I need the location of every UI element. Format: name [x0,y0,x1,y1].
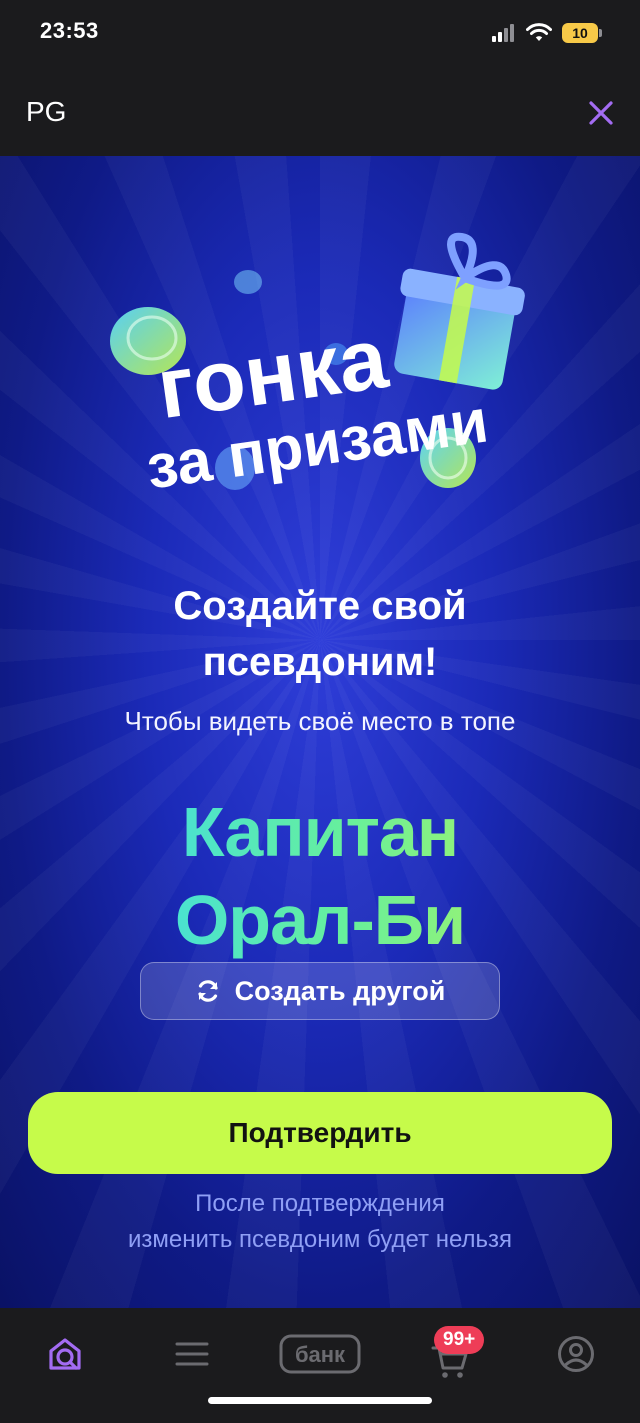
confirm-button[interactable]: Подтвердить [28,1092,612,1174]
create-another-button[interactable]: Создать другой [140,962,500,1020]
cart-count-badge: 99+ [434,1326,485,1354]
cellular-signal-icon [492,24,514,42]
home-indicator[interactable] [208,1397,432,1404]
close-icon [589,101,613,125]
note-line1: После подтверждения [195,1190,445,1217]
headline-line2: псевдоним! [202,640,438,684]
status-icons: 10 [492,20,602,46]
nav-profile[interactable] [556,1330,596,1378]
close-button[interactable] [584,96,618,130]
headline-line1: Создайте свой [173,584,467,628]
generated-nickname: Капитан Орал-Би [0,788,640,964]
refresh-icon [197,980,218,1002]
confirmation-note: После подтверждения изменить псевдоним б… [0,1186,640,1258]
bank-label: банк [295,1342,346,1367]
page-subtitle: Чтобы видеть своё место в топе [124,706,516,736]
status-time: 23:53 [40,18,99,43]
bank-icon: банк [279,1334,361,1374]
status-bar: 23:53 10 [0,0,640,66]
nickname-line2: Орал-Би [174,881,466,959]
menu-icon [175,1342,209,1366]
nav-home-search[interactable] [44,1330,86,1378]
profile-icon [558,1336,594,1372]
note-line2: изменить псевдоним будет нельзя [127,1226,513,1253]
bottom-nav: банк 99+ [0,1308,640,1423]
home-search-icon [49,1338,81,1370]
promo-screen: гонка за призами Создайте свой псевдоним… [0,156,640,1308]
webview-header: PG [0,66,640,156]
nav-catalog[interactable] [172,1330,212,1378]
race-for-prizes-logo: гонка за призами [110,232,525,503]
create-another-label: Создать другой [234,975,446,1006]
confirm-label: Подтвердить [228,1117,412,1148]
wifi-icon [526,23,552,41]
header-title: PG [26,96,67,127]
nav-bank[interactable]: банк [278,1330,362,1378]
nickname-line1: Капитан [181,793,459,871]
page-headline: Создайте свой псевдоним! [0,578,640,690]
battery-icon: 10 [562,23,602,43]
